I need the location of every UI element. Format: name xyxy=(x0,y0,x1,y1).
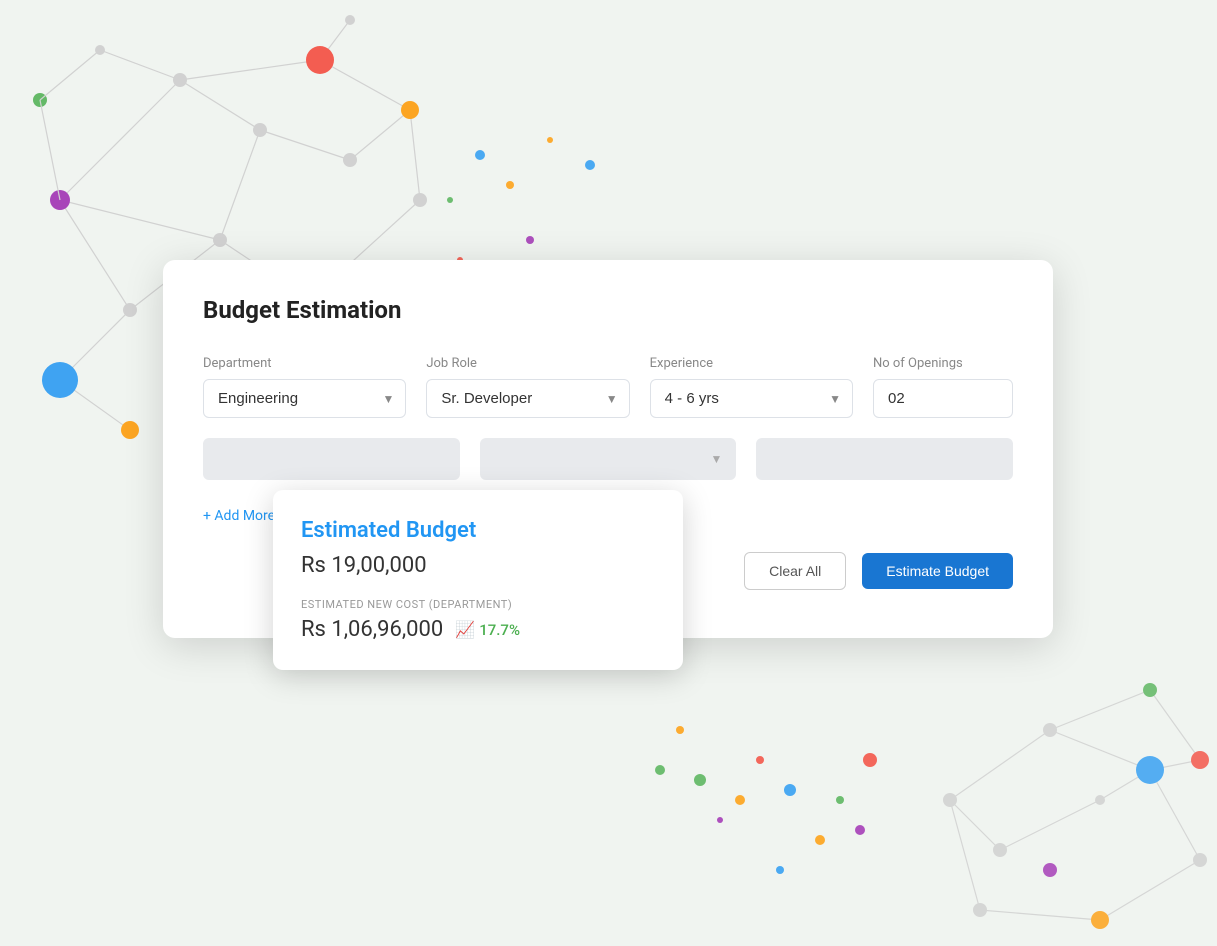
skeleton-loader-2: ▼ xyxy=(480,438,737,480)
popup-new-cost-row: Rs 1,06,96,000 📈 17.7% xyxy=(301,617,655,642)
form-row-2: ▼ xyxy=(203,438,1013,480)
popup-amount: Rs 19,00,000 xyxy=(301,553,655,578)
skeleton-loader-1 xyxy=(203,438,460,480)
popup-title: Estimated Budget xyxy=(301,518,655,543)
jobrole-field: Job Role Sr. Developer Jr. Developer Man… xyxy=(426,356,629,418)
clear-all-button[interactable]: Clear All xyxy=(744,552,846,590)
jobrole-select[interactable]: Sr. Developer Jr. Developer Manager Anal… xyxy=(426,379,629,418)
department-field: Department Engineering Marketing Finance… xyxy=(203,356,406,418)
experience-field: Experience 0 - 2 yrs 2 - 4 yrs 4 - 6 yrs… xyxy=(650,356,853,418)
experience-select[interactable]: 0 - 2 yrs 2 - 4 yrs 4 - 6 yrs 6 - 10 yrs… xyxy=(650,379,853,418)
estimate-budget-button[interactable]: Estimate Budget xyxy=(862,553,1013,589)
jobrole-select-wrapper: Sr. Developer Jr. Developer Manager Anal… xyxy=(426,379,629,418)
openings-field: No of Openings xyxy=(873,356,1013,418)
add-more-link[interactable]: + Add More xyxy=(203,508,275,524)
skeleton-field-3 xyxy=(756,438,1013,480)
openings-label: No of Openings xyxy=(873,356,1013,371)
skeleton-field-1 xyxy=(203,438,460,480)
budget-popup: Estimated Budget Rs 19,00,000 ESTIMATED … xyxy=(273,490,683,670)
popup-change-percent: 📈 17.7% xyxy=(455,620,520,639)
skeleton-field-2: ▼ xyxy=(480,438,737,480)
openings-input[interactable] xyxy=(873,379,1013,418)
trend-up-icon: 📈 xyxy=(455,620,475,639)
experience-select-wrapper: 0 - 2 yrs 2 - 4 yrs 4 - 6 yrs 6 - 10 yrs… xyxy=(650,379,853,418)
popup-percent-value: 17.7% xyxy=(479,621,520,639)
popup-new-cost-amount: Rs 1,06,96,000 xyxy=(301,617,443,642)
department-label: Department xyxy=(203,356,406,371)
page-title: Budget Estimation xyxy=(203,296,1013,324)
popup-new-cost-label: ESTIMATED NEW COST (DEPARTMENT) xyxy=(301,598,655,611)
skeleton-loader-3 xyxy=(756,438,1013,480)
jobrole-label: Job Role xyxy=(426,356,629,371)
form-row-1: Department Engineering Marketing Finance… xyxy=(203,356,1013,418)
department-select[interactable]: Engineering Marketing Finance HR Operati… xyxy=(203,379,406,418)
department-select-wrapper: Engineering Marketing Finance HR Operati… xyxy=(203,379,406,418)
experience-label: Experience xyxy=(650,356,853,371)
